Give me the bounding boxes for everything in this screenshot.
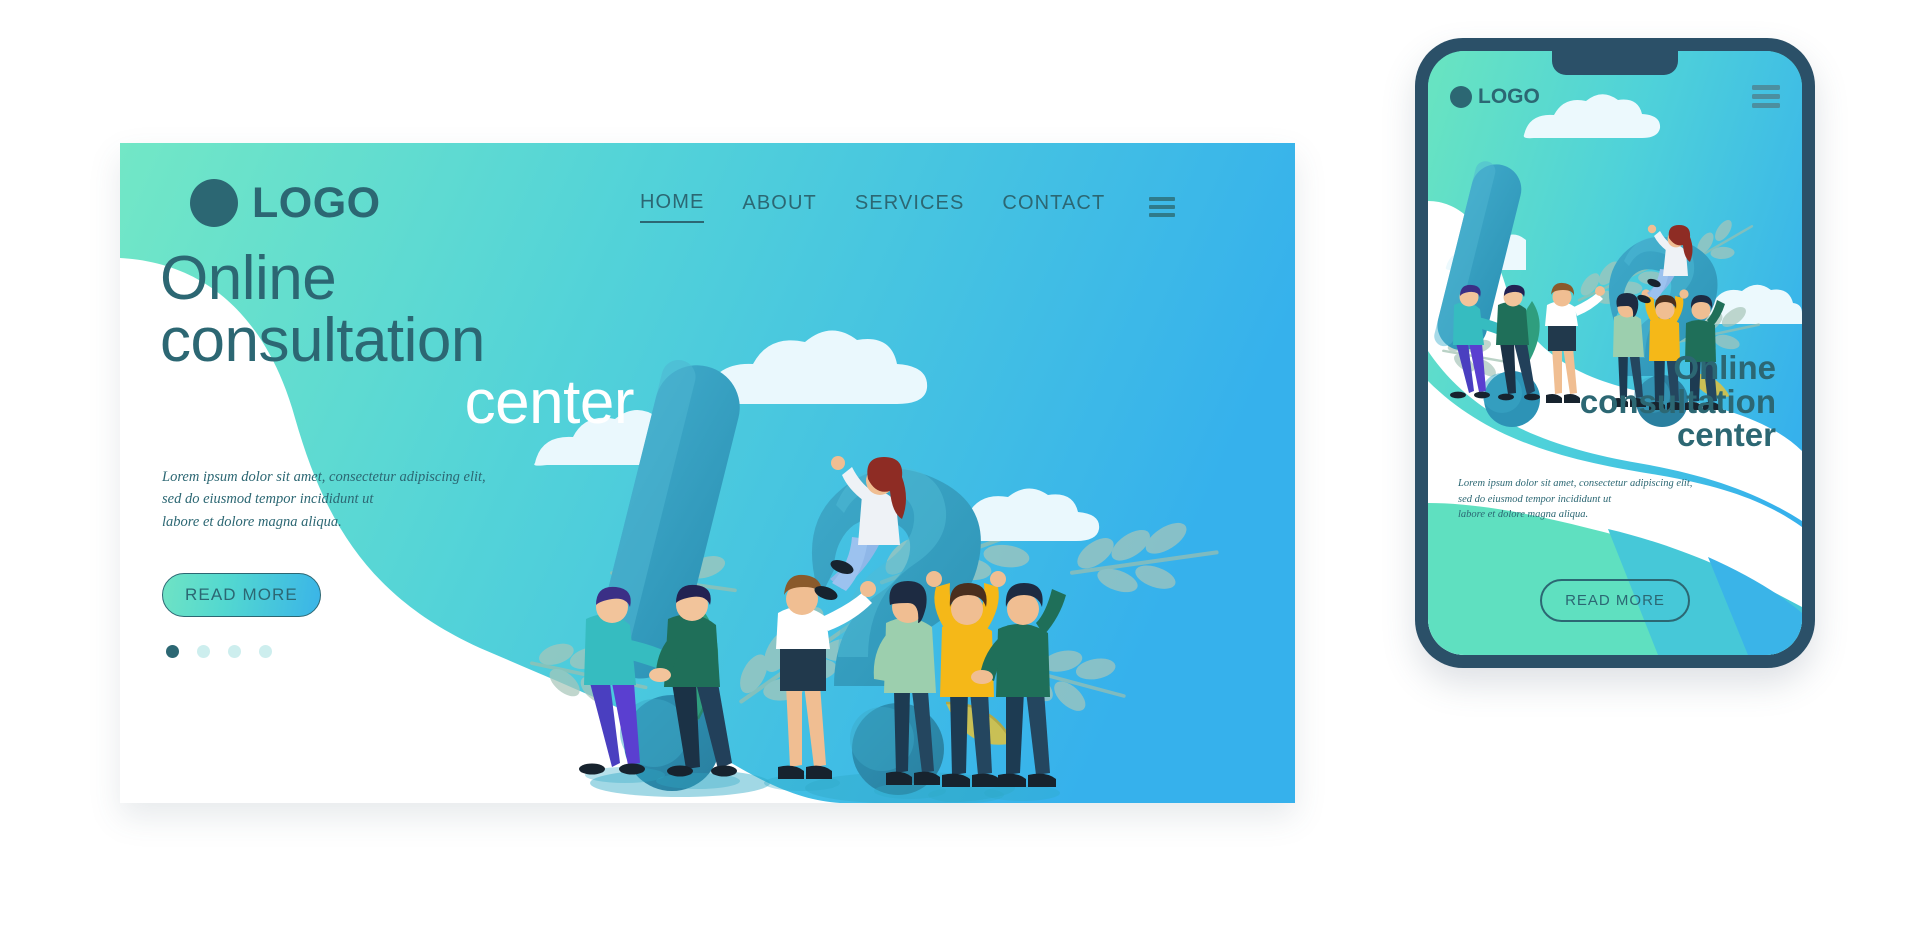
description-line-1: Lorem ipsum dolor sit amet, consectetur … bbox=[162, 469, 486, 485]
hamburger-bar bbox=[1752, 103, 1780, 108]
headline-line-3: center bbox=[464, 368, 635, 437]
nav-item-about[interactable]: ABOUT bbox=[742, 192, 816, 222]
hamburger-icon[interactable] bbox=[1752, 85, 1780, 108]
nav-item-home[interactable]: HOME bbox=[640, 191, 705, 223]
headline-line-2: consultation bbox=[160, 306, 485, 375]
nav-item-contact[interactable]: CONTACT bbox=[1002, 192, 1105, 222]
page-title: Online consultation center bbox=[152, 248, 672, 434]
phone-description-line-1: Lorem ipsum dolor sit amet, consectetur … bbox=[1458, 477, 1693, 489]
phone-logo[interactable]: LOGO bbox=[1450, 85, 1540, 108]
description-line-2: sed do eiusmod tempor incididunt ut bbox=[162, 491, 374, 508]
carousel-dot-4[interactable] bbox=[259, 645, 272, 659]
carousel-dot-1[interactable] bbox=[166, 645, 179, 659]
hamburger-icon[interactable] bbox=[1149, 197, 1176, 217]
carousel-dot-2[interactable] bbox=[197, 645, 210, 659]
headline-line-1: Online bbox=[160, 244, 337, 313]
phone-read-more-button[interactable]: READ MORE bbox=[1540, 579, 1690, 623]
phone-headline-line-1: Online bbox=[1673, 349, 1776, 386]
desktop-hero-copy: Online consultation center Lorem ipsum d… bbox=[152, 248, 672, 659]
phone-screen: LOGO Online consultation center Lorem ip… bbox=[1428, 51, 1802, 655]
logo-text: LOGO bbox=[252, 178, 381, 227]
read-more-button[interactable]: READ MORE bbox=[162, 573, 321, 618]
carousel-dots bbox=[166, 645, 672, 659]
phone-header: LOGO bbox=[1428, 85, 1802, 108]
carousel-dot-3[interactable] bbox=[228, 645, 241, 659]
phone-mockup: LOGO Online consultation center Lorem ip… bbox=[1415, 38, 1815, 668]
circle-icon bbox=[1450, 85, 1472, 108]
phone-headline-line-2: consultation bbox=[1579, 382, 1776, 420]
phone-logo-text: LOGO bbox=[1478, 85, 1540, 108]
desktop-navigation: HOME ABOUT SERVICES CONTACT bbox=[640, 191, 1176, 223]
phone-hero-description: Lorem ipsum dolor sit amet, consectetur … bbox=[1454, 476, 1776, 523]
hamburger-bar bbox=[1752, 85, 1780, 90]
description-line-3: labore et dolore magna aliqua. bbox=[162, 513, 342, 530]
phone-description-line-3: labore et dolore magna aliqua. bbox=[1458, 509, 1589, 521]
desktop-logo[interactable]: LOGO bbox=[190, 179, 381, 227]
hero-description: Lorem ipsum dolor sit amet, consectetur … bbox=[152, 466, 672, 533]
phone-hero-copy: Online consultation center Lorem ipsum d… bbox=[1428, 351, 1802, 655]
phone-description-line-2: sed do eiusmod tempor incididunt ut bbox=[1458, 493, 1612, 505]
hamburger-bar bbox=[1149, 213, 1176, 217]
hamburger-bar bbox=[1752, 94, 1780, 99]
hamburger-bar bbox=[1149, 205, 1176, 209]
phone-headline-line-3: center bbox=[1676, 416, 1776, 454]
phone-notch bbox=[1552, 51, 1678, 75]
phone-page-title: Online consultation center bbox=[1454, 351, 1776, 452]
circle-icon bbox=[190, 179, 238, 227]
desktop-landing-page-mockup: LOGO HOME ABOUT SERVICES CONTACT Online … bbox=[120, 143, 1295, 803]
nav-item-services[interactable]: SERVICES bbox=[855, 192, 965, 222]
hamburger-bar bbox=[1149, 197, 1176, 201]
